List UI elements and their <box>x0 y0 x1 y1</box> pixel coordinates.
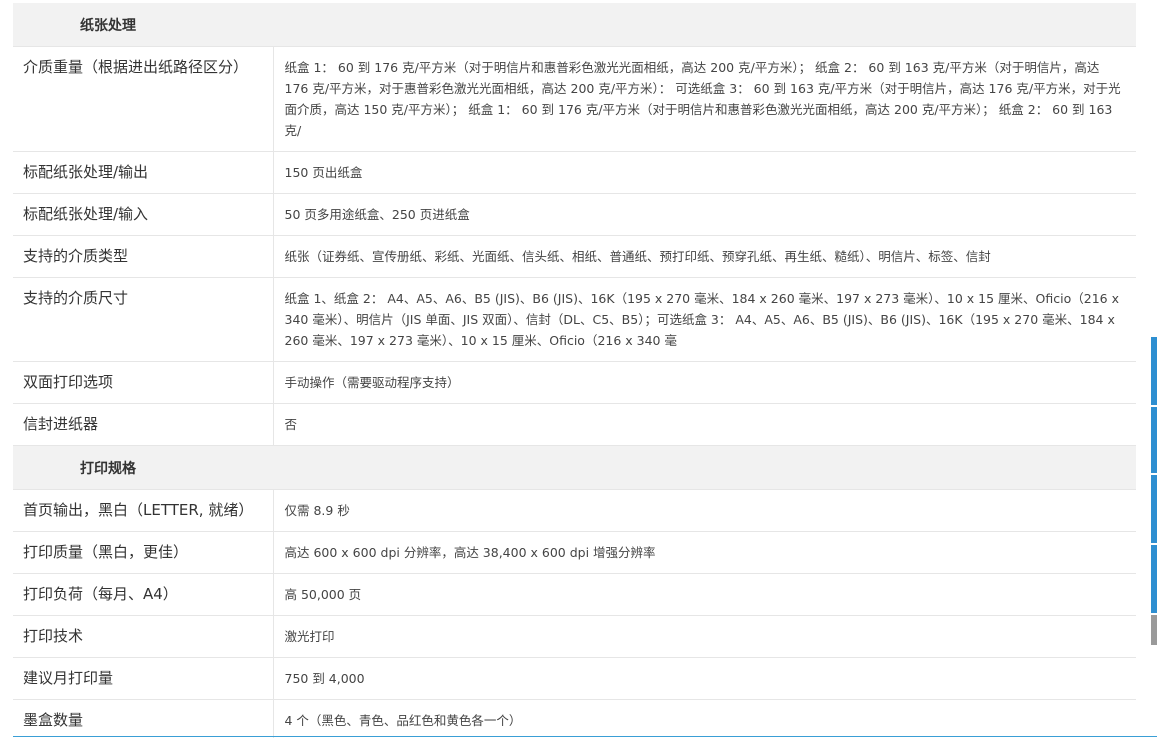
spec-value: 纸张（证券纸、宣传册纸、彩纸、光面纸、信头纸、相纸、普通纸、预打印纸、预穿孔纸、… <box>273 235 1136 278</box>
spec-row: 支持的介质类型 纸张（证券纸、宣传册纸、彩纸、光面纸、信头纸、相纸、普通纸、预打… <box>13 235 1136 278</box>
spec-row: 打印负荷（每月、A4） 高 50,000 页 <box>13 573 1136 616</box>
spec-label: 标配纸张处理/输出 <box>13 151 274 194</box>
back-to-top-button[interactable] <box>1151 615 1157 645</box>
spec-label: 支持的介质尺寸 <box>13 277 274 362</box>
spec-row: 建议月打印量 750 到 4,000 <box>13 657 1136 700</box>
section-header-paper-handling: 纸张处理 <box>13 3 1136 47</box>
spec-value: 50 页多用途纸盒、250 页进纸盒 <box>273 193 1136 236</box>
spec-value: 高 50,000 页 <box>273 573 1136 616</box>
spec-label: 建议月打印量 <box>13 657 274 700</box>
spec-label: 打印质量（黑白，更佳） <box>13 531 274 574</box>
spec-value: 4 个（黑色、青色、品红色和黄色各一个） <box>273 699 1136 738</box>
spec-row: 墨盒数量 4 个（黑色、青色、品红色和黄色各一个） <box>13 699 1136 738</box>
spec-row: 标配纸张处理/输入 50 页多用途纸盒、250 页进纸盒 <box>13 193 1136 236</box>
spec-row: 双面打印选项 手动操作（需要驱动程序支持） <box>13 361 1136 404</box>
divider <box>13 736 1157 737</box>
spec-label: 信封进纸器 <box>13 403 274 446</box>
spec-label: 介质重量（根据进出纸路径区分） <box>13 46 274 152</box>
spec-value: 高达 600 x 600 dpi 分辨率，高达 38,400 x 600 dpi… <box>273 531 1136 574</box>
section-title: 打印规格 <box>13 445 1136 490</box>
spec-row: 打印技术 激光打印 <box>13 615 1136 658</box>
section-title: 纸张处理 <box>13 3 1136 47</box>
spec-value: 否 <box>273 403 1136 446</box>
side-toolbar-button[interactable] <box>1151 545 1157 613</box>
floating-side-toolbar <box>1151 337 1157 645</box>
spec-label: 首页输出，黑白（LETTER, 就绪） <box>13 489 274 532</box>
spec-row: 信封进纸器 否 <box>13 403 1136 446</box>
spec-value: 纸盒 1： 60 到 176 克/平方米（对于明信片和惠普彩色激光光面相纸，高达… <box>273 46 1136 152</box>
spec-value: 手动操作（需要驱动程序支持） <box>273 361 1136 404</box>
spec-row: 首页输出，黑白（LETTER, 就绪） 仅需 8.9 秒 <box>13 489 1136 532</box>
spec-label: 双面打印选项 <box>13 361 274 404</box>
spec-label: 标配纸张处理/输入 <box>13 193 274 236</box>
section-header-print-specs: 打印规格 <box>13 445 1136 490</box>
product-spec-page: 纸张处理 介质重量（根据进出纸路径区分） 纸盒 1： 60 到 176 克/平方… <box>0 0 1157 738</box>
side-toolbar-button[interactable] <box>1151 407 1157 473</box>
spec-row: 标配纸张处理/输出 150 页出纸盒 <box>13 151 1136 194</box>
spec-row: 介质重量（根据进出纸路径区分） 纸盒 1： 60 到 176 克/平方米（对于明… <box>13 46 1136 152</box>
spec-value: 仅需 8.9 秒 <box>273 489 1136 532</box>
spec-label: 打印技术 <box>13 615 274 658</box>
side-toolbar-button[interactable] <box>1151 475 1157 543</box>
spec-value: 纸盒 1、纸盒 2： A4、A5、A6、B5 (JIS)、B6 (JIS)、16… <box>273 277 1136 362</box>
spec-row: 支持的介质尺寸 纸盒 1、纸盒 2： A4、A5、A6、B5 (JIS)、B6 … <box>13 277 1136 362</box>
spec-label: 墨盒数量 <box>13 699 274 738</box>
spec-value: 750 到 4,000 <box>273 657 1136 700</box>
spec-value: 激光打印 <box>273 615 1136 658</box>
spec-value: 150 页出纸盒 <box>273 151 1136 194</box>
spec-label: 打印负荷（每月、A4） <box>13 573 274 616</box>
side-toolbar-button[interactable] <box>1151 337 1157 405</box>
spec-table: 纸张处理 介质重量（根据进出纸路径区分） 纸盒 1： 60 到 176 克/平方… <box>13 3 1136 738</box>
spec-row: 打印质量（黑白，更佳） 高达 600 x 600 dpi 分辨率，高达 38,4… <box>13 531 1136 574</box>
spec-label: 支持的介质类型 <box>13 235 274 278</box>
